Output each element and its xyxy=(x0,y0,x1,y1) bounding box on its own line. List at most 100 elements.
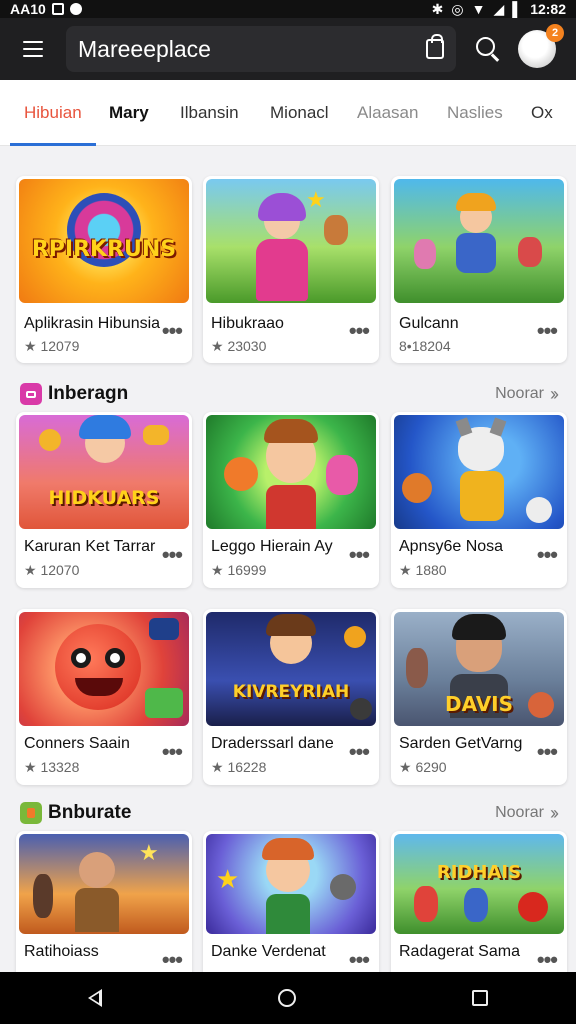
app-card[interactable]: Gulcann 8•18204 ••• xyxy=(391,176,567,363)
app-card[interactable]: Apnsy6e Nosa ★ 1880 ••• xyxy=(391,412,567,588)
app-card[interactable]: ★ Hibukraao ★ 23030 ••• xyxy=(203,176,379,363)
tab-naslies[interactable]: Naslies xyxy=(447,80,503,146)
status-time-left: AA10 xyxy=(10,1,46,17)
more-options-icon[interactable]: ••• xyxy=(537,739,558,765)
app-title: Mareeeplace xyxy=(78,35,211,62)
notification-icon xyxy=(51,3,64,15)
hamburger-menu-icon[interactable] xyxy=(12,28,54,70)
system-navigation-bar xyxy=(0,972,576,1024)
app-rating: ★ 6290 xyxy=(399,759,447,775)
see-more-label: Noorar xyxy=(495,804,544,821)
app-art-kivreyriah: KIVREYRIAH xyxy=(206,612,376,726)
more-options-icon[interactable]: ••• xyxy=(537,947,558,973)
status-bar: AA10 ✱ ◎ ▼ ◢ ▌ 12:82 xyxy=(0,0,576,18)
app-name: Aplikrasin Hibunsia xyxy=(24,315,161,332)
more-options-icon[interactable]: ••• xyxy=(162,318,183,344)
notification-badge: 2 xyxy=(546,24,564,42)
app-rating: ★ 23030 xyxy=(211,338,267,354)
app-art-label: RIDHAIS xyxy=(436,862,522,883)
app-name: Radagerat Sama xyxy=(399,943,520,960)
section-icon xyxy=(20,383,42,405)
tab-ilbansin[interactable]: Ilbansin xyxy=(180,80,239,146)
app-art-leggo xyxy=(206,415,376,529)
see-more-link[interactable]: Noorar ›› xyxy=(495,383,559,405)
chevron-right-icon: ›› xyxy=(550,802,559,823)
app-art-radagerat: RIDHAIS xyxy=(394,834,564,934)
app-name: Apnsy6e Nosa xyxy=(399,538,504,555)
app-art-gulcann xyxy=(394,179,564,303)
app-name: Ratihoiass xyxy=(24,943,99,960)
battery-icon: ▌ xyxy=(512,1,523,17)
section-icon xyxy=(20,802,42,824)
signal-icon: ◢ xyxy=(493,0,505,17)
app-card[interactable]: KIVREYRIAH Draderssarl dane ★ 16228 ••• xyxy=(203,609,379,785)
category-tabs: Hibuian Mary Ilbansin Mionacl Alaasan Na… xyxy=(0,80,576,146)
tab-ox[interactable]: Ox xyxy=(531,80,553,146)
section-header: Inberagn Noorar ›› xyxy=(20,379,559,409)
more-options-icon[interactable]: ••• xyxy=(349,542,370,568)
app-rating: ★ 12070 xyxy=(24,562,80,578)
app-card[interactable]: Conners Saain ★ 13328 ••• xyxy=(16,609,192,785)
more-options-icon[interactable]: ••• xyxy=(162,947,183,973)
app-art-davis: DAVIS xyxy=(394,612,564,726)
app-art-hibukraao: ★ xyxy=(206,179,376,303)
app-art-label: HIDKUARS xyxy=(48,487,160,509)
app-name: Karuran Ket Tarrar xyxy=(24,538,156,555)
app-rating: ★ 16228 xyxy=(211,759,267,775)
app-bar: Mareeeplace 2 xyxy=(0,18,576,80)
app-name: Draderssarl dane xyxy=(211,735,334,752)
avatar[interactable]: 2 xyxy=(518,24,564,68)
app-name: Conners Saain xyxy=(24,735,130,752)
tab-mary[interactable]: Mary xyxy=(109,80,149,146)
app-card[interactable]: RPIRKRUNS Aplikrasin Hibunsia ★ 12079 ••… xyxy=(16,176,192,363)
see-more-label: Noorar xyxy=(495,385,544,402)
tab-mionacl[interactable]: Mionacl xyxy=(270,80,329,146)
app-card[interactable]: HIDKUARS Karuran Ket Tarrar ★ 12070 ••• xyxy=(16,412,192,588)
app-name: Leggo Hierain Ay xyxy=(211,538,333,555)
more-options-icon[interactable]: ••• xyxy=(537,318,558,344)
app-notification-icon xyxy=(69,3,82,15)
app-art-label: RPIRKRUNS xyxy=(31,237,177,262)
tab-hibuian[interactable]: Hibuian xyxy=(10,80,96,146)
app-art-apnsy6e xyxy=(394,415,564,529)
more-options-icon[interactable]: ••• xyxy=(349,739,370,765)
see-more-link[interactable]: Noorar ›› xyxy=(495,802,559,824)
app-rating: ★ 16999 xyxy=(211,562,267,578)
chevron-right-icon: ›› xyxy=(550,383,559,404)
app-name: Danke Verdenat xyxy=(211,943,326,960)
tab-alaasan[interactable]: Alaasan xyxy=(357,80,418,146)
search-icon[interactable] xyxy=(466,28,508,70)
app-rating: ★ 12079 xyxy=(24,338,80,354)
app-card[interactable]: ★ Danke Verdenat ••• xyxy=(203,831,379,981)
more-options-icon[interactable]: ••• xyxy=(162,739,183,765)
app-art-danke: ★ xyxy=(206,834,376,934)
app-name: Gulcann xyxy=(399,315,459,332)
recent-apps-icon[interactable] xyxy=(472,990,488,1006)
app-rating: 8•18204 xyxy=(399,338,451,354)
back-icon[interactable] xyxy=(88,989,102,1007)
shopping-bag-icon[interactable] xyxy=(426,34,444,59)
app-art-rpirkruns: RPIRKRUNS xyxy=(19,179,189,303)
app-art-conners xyxy=(19,612,189,726)
app-card[interactable]: DAVIS Sarden GetVarng ★ 6290 ••• xyxy=(391,609,567,785)
app-card[interactable]: Leggo Hierain Ay ★ 16999 ••• xyxy=(203,412,379,588)
more-options-icon[interactable]: ••• xyxy=(349,318,370,344)
more-options-icon[interactable]: ••• xyxy=(537,542,558,568)
section-title: Bnburate xyxy=(48,802,132,823)
app-art-label: DAVIS xyxy=(444,692,514,716)
app-name: Hibukraao xyxy=(211,315,284,332)
wifi-icon: ▼ xyxy=(471,1,486,17)
section-header: Bnburate Noorar ›› xyxy=(20,798,559,828)
app-name: Sarden GetVarng xyxy=(399,735,523,752)
status-time-right: 12:82 xyxy=(530,1,566,17)
app-rating: ★ 1880 xyxy=(399,562,447,578)
more-options-icon[interactable]: ••• xyxy=(349,947,370,973)
bluetooth-icon: ✱ xyxy=(431,0,444,17)
app-rating: ★ 13328 xyxy=(24,759,80,775)
app-card[interactable]: RIDHAIS Radagerat Sama ••• xyxy=(391,831,567,981)
title-search-box[interactable]: Mareeeplace xyxy=(66,26,456,72)
app-card[interactable]: ★ Ratihoiass ••• xyxy=(16,831,192,981)
section-title: Inberagn xyxy=(48,383,129,404)
home-icon[interactable] xyxy=(278,989,296,1007)
more-options-icon[interactable]: ••• xyxy=(162,542,183,568)
